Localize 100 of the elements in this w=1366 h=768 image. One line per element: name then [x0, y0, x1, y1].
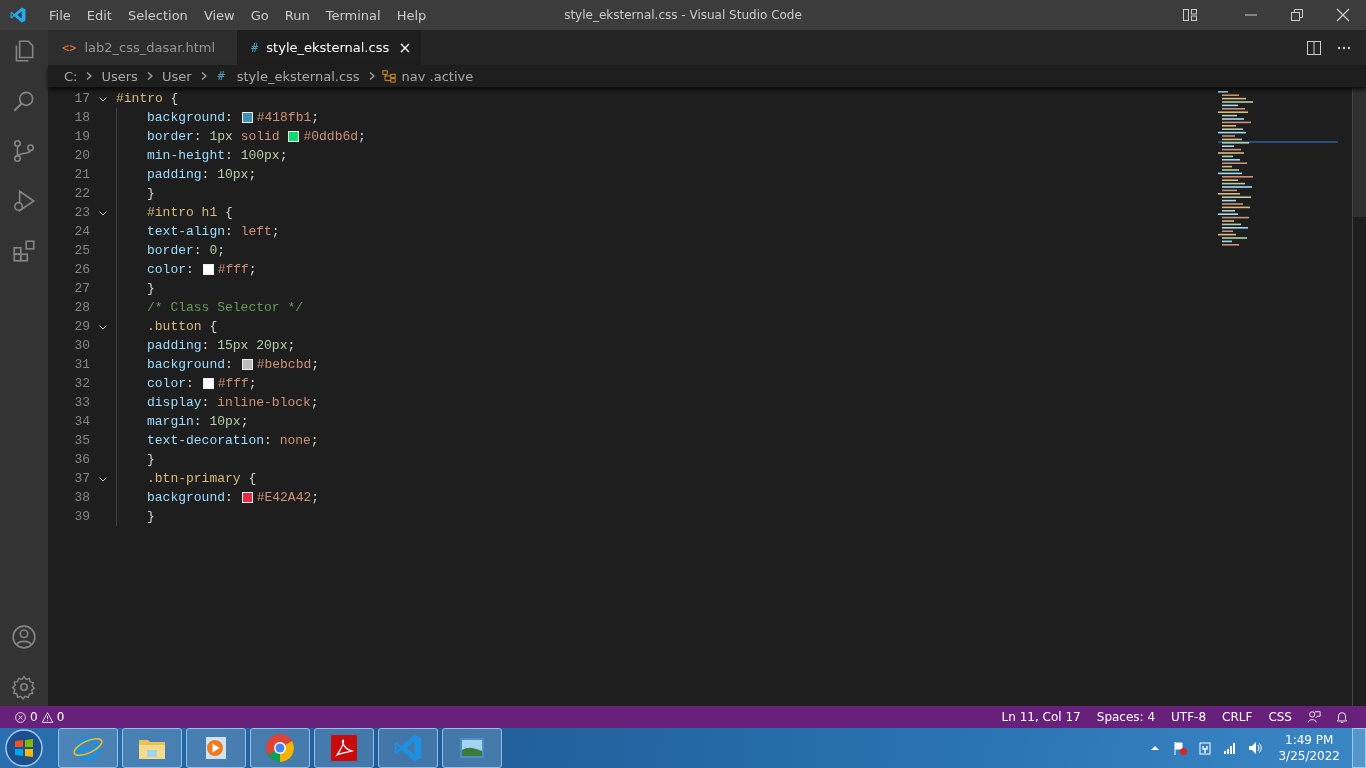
- power-plug-icon[interactable]: [1197, 740, 1214, 756]
- settings-icon[interactable]: [11, 674, 37, 700]
- code-token: :: [193, 129, 203, 144]
- code-token: inline-block: [217, 395, 311, 410]
- code-token: }: [147, 281, 155, 296]
- code-token: text-align: [147, 224, 225, 239]
- code-token: color: [147, 376, 186, 391]
- taskbar-button[interactable]: [58, 728, 118, 768]
- code-token: :: [201, 395, 211, 410]
- line-number: 38: [73, 490, 90, 505]
- color-swatch[interactable]: [202, 264, 214, 275]
- menu-item[interactable]: Help: [388, 0, 435, 30]
- breadcrumb-item[interactable]: Users: [99, 68, 140, 84]
- taskbar-button[interactable]: [378, 728, 438, 768]
- status-item[interactable]: CRLF: [1214, 710, 1261, 724]
- code-token: ;: [248, 167, 257, 182]
- menu-item[interactable]: Go: [242, 0, 277, 30]
- flag-icon[interactable]: [1172, 740, 1189, 756]
- scrollbar-thumb[interactable]: [1353, 87, 1366, 217]
- bell-icon[interactable]: [1335, 710, 1349, 724]
- code-token: min-height: [147, 148, 225, 163]
- code-token: :: [186, 376, 195, 391]
- extensions-icon[interactable]: [11, 238, 37, 264]
- breadcrumb-item[interactable]: nav .active: [399, 68, 476, 84]
- chevron-icon: [85, 71, 94, 81]
- status-item[interactable]: Spaces: 4: [1088, 710, 1164, 724]
- volume-icon[interactable]: [1247, 740, 1264, 756]
- code-token: border: [147, 243, 194, 258]
- menu-item[interactable]: Terminal: [317, 0, 389, 30]
- problems-indicator[interactable]: 0 0: [14, 710, 65, 724]
- taskbar-button[interactable]: [314, 728, 374, 768]
- code-token: color: [147, 262, 186, 277]
- color-swatch[interactable]: [241, 112, 253, 123]
- code-token: {: [225, 205, 233, 220]
- close-icon[interactable]: [1335, 7, 1351, 23]
- breadcrumb-item[interactable]: User: [159, 68, 194, 84]
- menu-item[interactable]: File: [41, 0, 79, 30]
- editor-tab[interactable]: # style_eksternal.css: [237, 30, 422, 65]
- color-swatch[interactable]: [241, 359, 253, 370]
- color-swatch[interactable]: [288, 131, 300, 142]
- run-debug-icon[interactable]: [11, 188, 37, 214]
- feedback-icon[interactable]: [1307, 710, 1321, 724]
- chevron-icon: [367, 71, 376, 81]
- code-token: text-decoration: [147, 433, 265, 448]
- line-number: 18: [73, 110, 90, 125]
- code-token: padding: [147, 167, 202, 182]
- code-token: .button: [147, 319, 203, 334]
- menu-item[interactable]: Edit: [78, 0, 120, 30]
- line-number: 30: [73, 338, 90, 353]
- code-token: ;: [287, 338, 296, 353]
- clock-time: 1:49 PM: [1285, 732, 1334, 748]
- taskbar-button[interactable]: [442, 728, 502, 768]
- line-number: 33: [73, 395, 90, 410]
- status-item[interactable]: Ln 11, Col 17: [993, 710, 1089, 724]
- code-token: margin: [147, 414, 194, 429]
- menu-item[interactable]: Selection: [119, 0, 196, 30]
- chrome-icon: [264, 732, 296, 764]
- line-number: 36: [73, 452, 90, 467]
- window-title: style_eksternal.css - Visual Studio Code: [564, 8, 802, 22]
- menu-item[interactable]: Run: [276, 0, 318, 30]
- color-swatch[interactable]: [202, 378, 214, 389]
- line-number: 22: [73, 186, 90, 201]
- account-icon[interactable]: [11, 624, 37, 650]
- split-editor-icon[interactable]: [1306, 39, 1322, 56]
- taskbar-button[interactable]: [250, 728, 310, 768]
- code-token: none: [279, 433, 311, 448]
- start-button[interactable]: [4, 728, 44, 768]
- line-number: 29: [73, 319, 90, 334]
- breadcrumb-item[interactable]: style_eksternal.css: [234, 68, 362, 84]
- line-number: 19: [73, 129, 90, 144]
- restore-icon[interactable]: [1289, 7, 1305, 23]
- code-token: 10px: [217, 167, 249, 182]
- code-token: #0ddb6d: [303, 129, 359, 144]
- code-token: :: [201, 338, 211, 353]
- code-token: #intro: [116, 91, 164, 106]
- status-item[interactable]: CSS: [1260, 710, 1300, 724]
- source-control-icon[interactable]: [11, 138, 37, 164]
- code-token: #bebcbd: [256, 357, 312, 372]
- symbol-icon: [381, 69, 396, 83]
- taskbar-button[interactable]: [186, 728, 246, 768]
- code-token: :: [264, 433, 273, 448]
- code-token: ;: [311, 357, 320, 372]
- code-token: :: [186, 262, 195, 277]
- pdf-reader-icon: [328, 732, 360, 764]
- chevron-icon: [199, 71, 208, 81]
- code-token: :: [225, 148, 234, 163]
- taskbar-button[interactable]: [122, 728, 182, 768]
- close-icon[interactable]: [399, 41, 412, 54]
- code-token: ;: [248, 376, 257, 391]
- menu-item[interactable]: View: [195, 0, 243, 30]
- code-token: #fff: [217, 376, 249, 391]
- editor-tab[interactable]: <> lab2_css_dasar.html: [48, 30, 238, 65]
- code-token: ;: [311, 110, 320, 125]
- code-token: ;: [248, 262, 257, 277]
- layout-icon[interactable]: [1182, 7, 1198, 23]
- color-swatch[interactable]: [241, 492, 253, 503]
- code-token: #418fb1: [256, 110, 312, 125]
- code-token: padding: [147, 338, 202, 353]
- breadcrumb-item[interactable]: C:: [62, 68, 80, 84]
- status-item[interactable]: UTF-8: [1163, 710, 1215, 724]
